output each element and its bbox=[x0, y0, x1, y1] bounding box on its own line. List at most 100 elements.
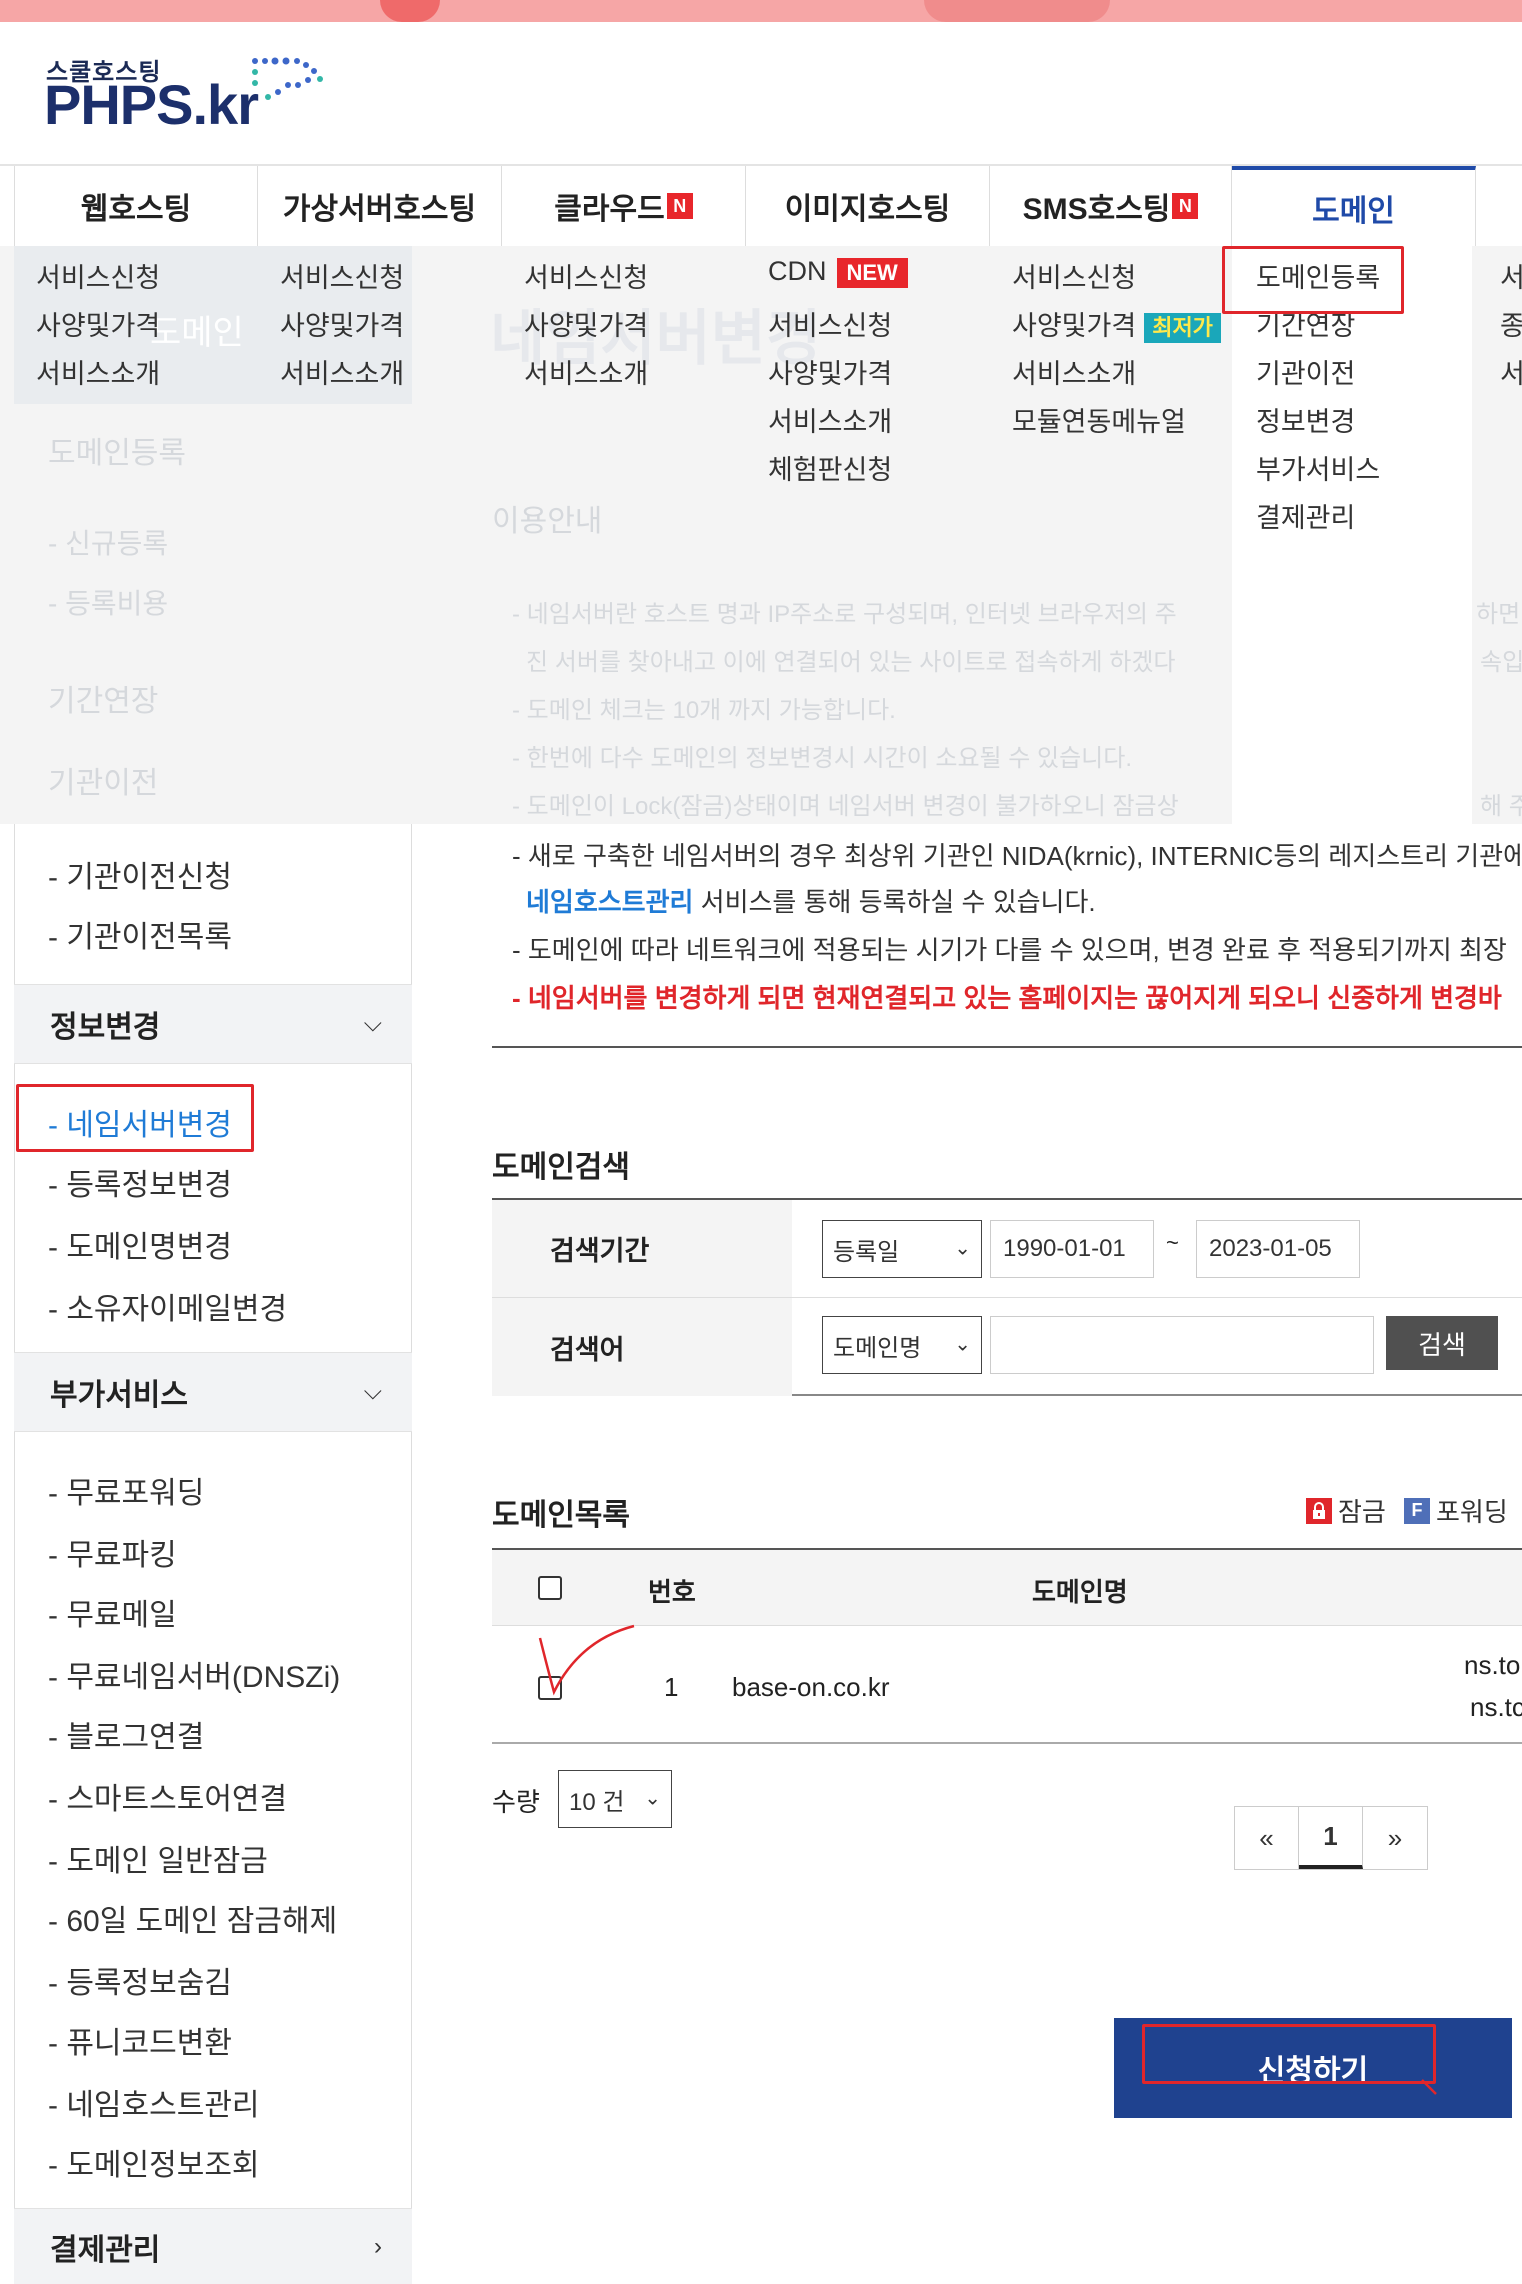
chevron-right-icon: › bbox=[374, 2232, 382, 2260]
submenu-item[interactable]: 사양및가격 bbox=[280, 304, 404, 343]
info-note: - 새로 구축한 네임서버의 경우 최상위 기관인 NIDA(krnic), I… bbox=[512, 841, 1522, 871]
submenu-item[interactable]: 사양및가격 bbox=[524, 304, 648, 343]
submenu-item[interactable]: 정보변경 bbox=[1256, 400, 1355, 439]
sidebar-item[interactable]: - 무료메일 bbox=[48, 1590, 177, 1634]
submenu-item[interactable]: 서 bbox=[1500, 256, 1522, 295]
submenu-item[interactable]: 사양및가격 bbox=[768, 352, 892, 391]
submenu-item[interactable]: 부가서비스 bbox=[1256, 448, 1380, 487]
top-banner[interactable] bbox=[0, 0, 1522, 22]
forward-legend-label: 포워딩 bbox=[1436, 1497, 1508, 1527]
submenu-item[interactable]: 결제관리 bbox=[1256, 496, 1355, 535]
banner-shape bbox=[924, 0, 1110, 22]
sidebar-item[interactable]: - 등록정보변경 bbox=[48, 1160, 232, 1204]
gnb-tab-domain[interactable]: 도메인 bbox=[1232, 166, 1476, 246]
next-page-button[interactable]: » bbox=[1363, 1807, 1427, 1869]
chevron-down-icon: ⌵ bbox=[363, 1010, 382, 1037]
search-period-row: 검색기간 등록일 ⌄ 1990-01-01 ~ 2023-01-05 bbox=[492, 1200, 1522, 1298]
submenu-item[interactable]: 서비스신청 bbox=[280, 256, 404, 295]
chevron-down-icon: ⌄ bbox=[644, 1787, 661, 1810]
sidebar-item-transfer-apply[interactable]: - 기관이전신청 bbox=[48, 852, 232, 896]
submenu-item[interactable]: 체험판신청 bbox=[768, 448, 892, 487]
submenu-item[interactable]: 기관이전 bbox=[1256, 352, 1355, 391]
prev-page-button[interactable]: « bbox=[1235, 1807, 1299, 1869]
info-note: - 도메인에 따라 네트워크에 적용되는 시기가 다를 수 있으며, 변경 완료… bbox=[512, 935, 1507, 965]
submenu-item[interactable]: 서 bbox=[1500, 352, 1522, 391]
gnb-tab-cloud[interactable]: 클라우드 N bbox=[502, 166, 746, 246]
search-form: 검색기간 등록일 ⌄ 1990-01-01 ~ 2023-01-05 검색어 도메… bbox=[492, 1198, 1522, 1396]
submenu-item[interactable]: 서비스신청 bbox=[768, 304, 892, 343]
search-button[interactable]: 검색 bbox=[1386, 1316, 1498, 1370]
ghost-side-item: 기관이전 bbox=[48, 767, 159, 800]
date-to-input[interactable]: 2023-01-05 bbox=[1196, 1220, 1360, 1278]
ghost-note: - 도메인이 Lock(잠금)상태이며 네임서버 변경이 불가하오니 잠금상 bbox=[512, 793, 1179, 820]
ghost-note: 하면 bbox=[1476, 601, 1521, 628]
ghost-side-item: - 신규등록 bbox=[48, 528, 169, 559]
logo-dots-icon bbox=[252, 57, 323, 100]
submenu-item[interactable]: 서비스소개 bbox=[1012, 352, 1136, 391]
quantity-select[interactable]: 10 건 ⌄ bbox=[558, 1770, 672, 1828]
sidebar-item[interactable]: - 퓨니코드변환 bbox=[48, 2018, 232, 2062]
submenu-item[interactable]: 종 bbox=[1500, 304, 1522, 343]
submenu-item[interactable]: 서비스신청 bbox=[524, 256, 648, 295]
sidebar-item[interactable]: - 무료네임서버(DNSZi) bbox=[48, 1652, 340, 1696]
select-value: 도메인명 bbox=[833, 1334, 922, 1362]
forward-icon: F bbox=[1404, 1497, 1430, 1524]
namehost-link[interactable]: 네임호스트관리 bbox=[526, 887, 693, 917]
submenu-item[interactable]: 서비스소개 bbox=[280, 352, 404, 391]
submenu-item-price[interactable]: 사양및가격 최저가 bbox=[1012, 304, 1221, 343]
sidebar-item[interactable]: - 60일 도메인 잠금해제 bbox=[48, 1896, 337, 1940]
sidebar-item[interactable]: - 무료포워딩 bbox=[48, 1468, 204, 1512]
sidebar-item[interactable]: - 스마트스토어연결 bbox=[48, 1774, 287, 1818]
sidebar-section-info-change[interactable]: 정보변경 ⌵ bbox=[14, 984, 412, 1064]
select-all-checkbox[interactable] bbox=[538, 1576, 562, 1600]
submenu-item[interactable]: 서비스소개 bbox=[36, 352, 160, 391]
logo[interactable]: PHPS.kr bbox=[44, 72, 259, 137]
annotation-tail bbox=[1421, 2079, 1437, 2095]
period-type-select[interactable]: 등록일 ⌄ bbox=[822, 1220, 982, 1278]
gnb-tab-web-hosting[interactable]: 웹호스팅 bbox=[14, 166, 258, 246]
gnb-tab-overflow bbox=[1476, 166, 1522, 246]
search-section-title: 도메인검색 bbox=[492, 1151, 630, 1184]
sidebar-section-payment[interactable]: 결제관리 › bbox=[14, 2208, 412, 2284]
search-keyword-input[interactable] bbox=[990, 1316, 1374, 1374]
sidebar-item[interactable]: - 무료파킹 bbox=[48, 1530, 177, 1574]
sidebar-section-label: 결제관리 bbox=[50, 2233, 161, 2267]
chevron-down-icon: ⌵ bbox=[363, 1378, 382, 1405]
gnb-tab-image-hosting[interactable]: 이미지호스팅 bbox=[746, 166, 990, 246]
quantity-label: 수량 bbox=[492, 1787, 540, 1817]
sidebar-item[interactable]: - 도메인정보조회 bbox=[48, 2140, 260, 2184]
current-page[interactable]: 1 bbox=[1299, 1807, 1363, 1869]
submenu-item[interactable]: 모듈연동메뉴얼 bbox=[1012, 400, 1186, 439]
lock-legend-label: 잠금 bbox=[1338, 1497, 1386, 1527]
ghost-info-title: 이용안내 bbox=[492, 505, 603, 538]
submenu-item[interactable]: 사양및가격 bbox=[36, 304, 160, 343]
sidebar-item[interactable]: - 등록정보숨김 bbox=[48, 1958, 232, 2002]
sidebar-section-label: 정보변경 bbox=[50, 1011, 161, 1044]
highlight-box bbox=[16, 1084, 254, 1152]
sidebar-section-addon[interactable]: 부가서비스 ⌵ bbox=[14, 1352, 412, 1432]
gnb-tab-sms-hosting[interactable]: SMS호스팅 N bbox=[990, 166, 1232, 246]
column-header-domain: 도메인명 bbox=[1032, 1577, 1128, 1607]
date-from-input[interactable]: 1990-01-01 bbox=[990, 1220, 1154, 1278]
submenu-item[interactable]: 서비스신청 bbox=[1012, 256, 1136, 295]
sidebar-item[interactable]: - 블로그연결 bbox=[48, 1712, 204, 1756]
highlight-box bbox=[1142, 2024, 1436, 2084]
sidebar-item[interactable]: - 도메인명변경 bbox=[48, 1222, 232, 1266]
keyword-type-select[interactable]: 도메인명 ⌄ bbox=[822, 1316, 982, 1374]
column-header-no: 번호 bbox=[648, 1577, 696, 1607]
lock-icon bbox=[1306, 1497, 1332, 1524]
sidebar-item-transfer-list[interactable]: - 기관이전목록 bbox=[48, 912, 232, 956]
new-badge: NEW bbox=[836, 258, 908, 288]
gnb-tab-label: 도메인 bbox=[1312, 195, 1395, 228]
lock-legend: 잠금 bbox=[1306, 1492, 1386, 1529]
sidebar-item[interactable]: - 네임호스트관리 bbox=[48, 2080, 260, 2124]
sidebar-item[interactable]: - 도메인 일반잠금 bbox=[48, 1836, 268, 1880]
sidebar-item[interactable]: - 소유자이메일변경 bbox=[48, 1284, 287, 1328]
submenu-item-cdn[interactable]: CDN NEW bbox=[768, 256, 908, 288]
submenu-item[interactable]: 서비스소개 bbox=[768, 400, 892, 439]
search-period-label: 검색기간 bbox=[492, 1200, 792, 1297]
submenu-item[interactable]: 서비스신청 bbox=[36, 256, 160, 295]
gnb-tab-virtual-server[interactable]: 가상서버호스팅 bbox=[258, 166, 502, 246]
submenu-item[interactable]: 서비스소개 bbox=[524, 352, 648, 391]
table-row[interactable]: 1 base-on.co.kr ns.to ns.tc bbox=[492, 1626, 1522, 1744]
